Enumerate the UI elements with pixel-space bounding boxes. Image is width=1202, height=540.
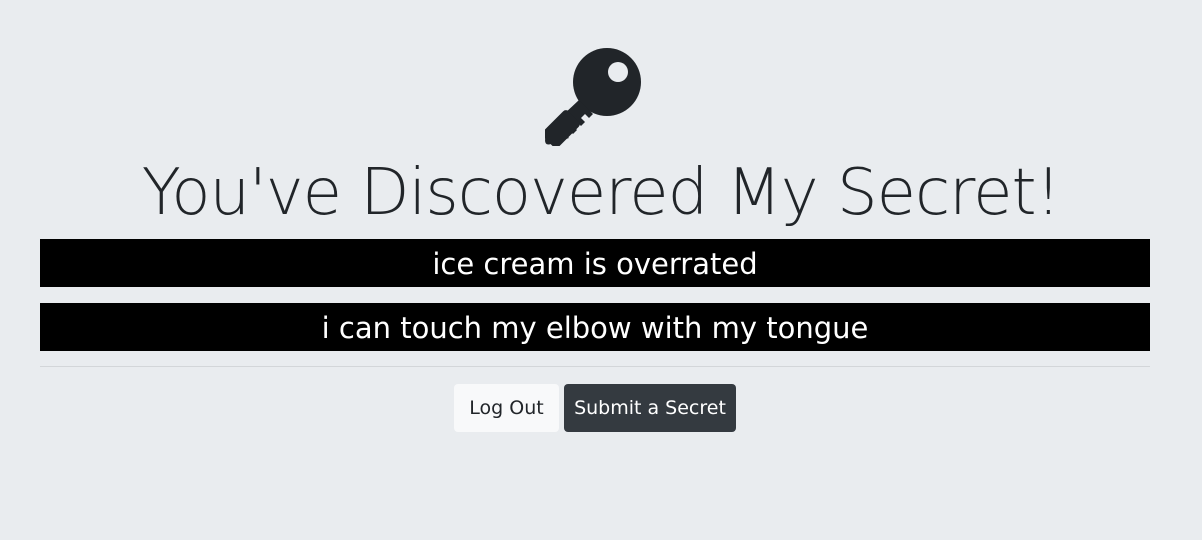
page-title: You've Discovered My Secret! xyxy=(141,156,1061,230)
log-out-button[interactable]: Log Out xyxy=(454,384,559,432)
submit-secret-button[interactable]: Submit a Secret xyxy=(564,384,736,432)
jumbotron: You've Discovered My Secret! ice cream i… xyxy=(0,0,1202,540)
secret-item: i can touch my elbow with my tongue xyxy=(40,303,1150,351)
divider xyxy=(40,366,1150,367)
key-icon xyxy=(545,48,641,146)
secret-item: ice cream is overrated xyxy=(40,239,1150,287)
